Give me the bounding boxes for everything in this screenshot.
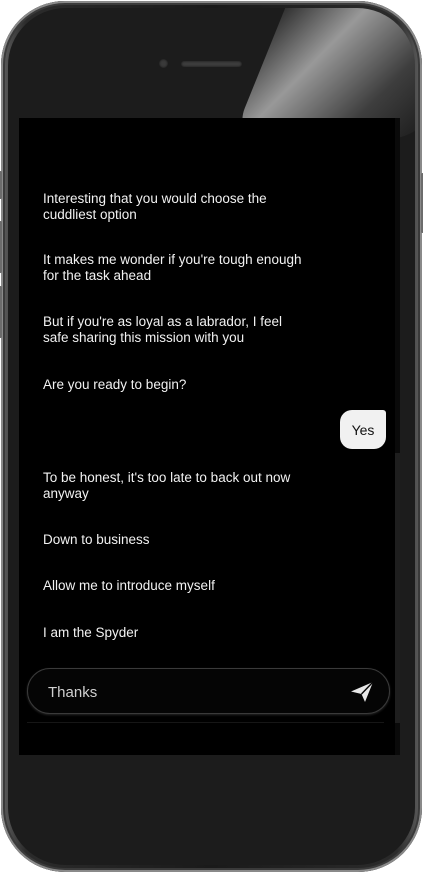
volume-down-button bbox=[0, 286, 2, 338]
bot-message: Interesting that you would choose the cu… bbox=[43, 191, 267, 222]
bot-message: I am the Spyder bbox=[43, 625, 139, 640]
message-composer bbox=[27, 668, 390, 714]
earpiece-speaker bbox=[181, 61, 242, 67]
message-input[interactable] bbox=[46, 680, 326, 704]
send-button[interactable] bbox=[349, 679, 375, 705]
composer-divider bbox=[27, 722, 384, 723]
chat-screen: Interesting that you would choose the cu… bbox=[19, 118, 400, 755]
user-reply-bubble: Yes bbox=[340, 410, 386, 449]
bot-message: Down to business bbox=[43, 532, 150, 547]
volume-up-button bbox=[0, 221, 2, 273]
bot-message: Are you ready to begin? bbox=[43, 377, 187, 392]
bot-message: Allow me to introduce myself bbox=[43, 578, 215, 593]
bot-message: But if you're as loyal as a labrador, I … bbox=[43, 314, 282, 345]
send-icon bbox=[351, 681, 374, 702]
scrollbar[interactable] bbox=[395, 118, 400, 755]
bot-message: To be honest, it's too late to back out … bbox=[43, 470, 291, 501]
front-camera bbox=[159, 59, 168, 68]
bot-message: It makes me wonder if you're tough enoug… bbox=[43, 252, 302, 283]
scrollbar-thumb[interactable] bbox=[395, 453, 400, 723]
mute-switch bbox=[0, 171, 2, 199]
